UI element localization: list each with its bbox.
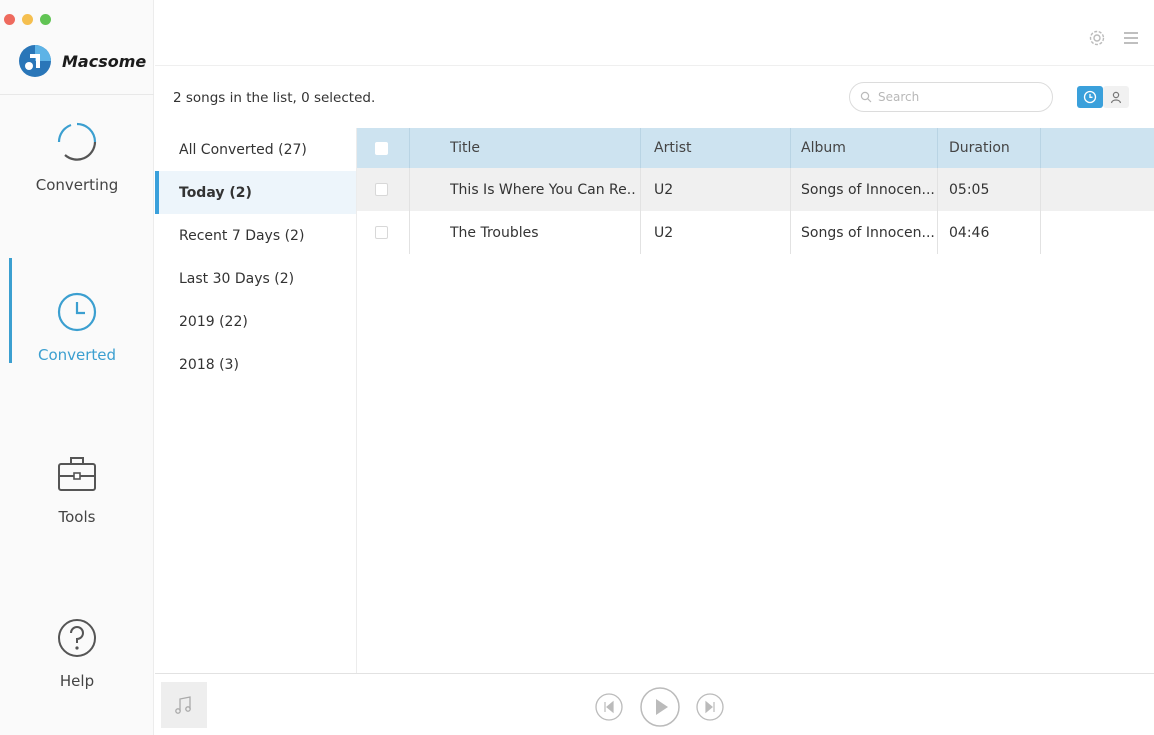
row-checkbox[interactable] (375, 211, 389, 254)
category-label: 2019 (22) (179, 313, 248, 330)
music-note-icon (175, 696, 191, 714)
nav-tools[interactable]: Tools (0, 452, 154, 572)
view-by-artist-button[interactable] (1103, 86, 1129, 108)
nav-tools-label: Tools (58, 508, 96, 526)
minimize-window-button[interactable] (22, 14, 33, 25)
song-title: The Troubles (450, 224, 539, 241)
row-checkbox[interactable] (375, 168, 389, 211)
nav-converted[interactable]: Converted (0, 258, 154, 410)
nav-converting-label: Converting (35, 176, 119, 194)
zoom-window-button[interactable] (40, 14, 51, 25)
song-album: Songs of Innocen... (801, 181, 935, 198)
view-toggle (1077, 86, 1129, 108)
column-title[interactable]: Title (450, 128, 636, 168)
column-duration[interactable]: Duration (949, 128, 1039, 168)
song-title: This Is Where You Can Re... (450, 181, 636, 198)
nav-converted-label: Converted (37, 346, 117, 364)
hamburger-menu-icon[interactable] (1121, 28, 1141, 48)
toolbox-icon (58, 457, 96, 491)
person-icon (1110, 91, 1122, 104)
song-artist: U2 (654, 181, 674, 198)
search-input[interactable] (878, 90, 1038, 104)
songs-table: Title Artist Album Duration This Is Wher… (357, 128, 1154, 254)
song-duration: 05:05 (949, 181, 990, 198)
top-toolbar (155, 0, 1154, 66)
list-status-text: 2 songs in the list, 0 selected. (173, 90, 376, 106)
question-circle-icon (58, 619, 96, 657)
category-label: All Converted (27) (179, 141, 307, 158)
nav-help[interactable]: Help (0, 616, 154, 735)
category-label: Last 30 Days (2) (179, 270, 295, 287)
column-artist[interactable]: Artist (654, 128, 784, 168)
category-last-30-days[interactable]: Last 30 Days (2) (155, 257, 356, 300)
rail-divider (0, 94, 154, 95)
table-header: Title Artist Album Duration (357, 128, 1154, 168)
brand-logo: Macsome (18, 44, 146, 78)
window-controls (4, 14, 51, 25)
next-icon[interactable] (695, 692, 725, 722)
nav-help-label: Help (59, 672, 95, 690)
view-by-time-button[interactable] (1077, 86, 1103, 108)
table-row[interactable]: This Is Where You Can Re... U2 Songs of … (357, 168, 1154, 211)
column-album[interactable]: Album (801, 128, 935, 168)
select-all-checkbox[interactable] (375, 128, 389, 168)
category-all-converted[interactable]: All Converted (27) (155, 128, 356, 171)
nav-converting[interactable]: Converting (0, 120, 154, 240)
category-list: All Converted (27) Today (2) Recent 7 Da… (155, 128, 357, 673)
table-row[interactable]: The Troubles U2 Songs of Innocen... 04:4… (357, 211, 1154, 254)
previous-icon[interactable] (594, 692, 624, 722)
song-duration: 04:46 (949, 224, 990, 241)
close-window-button[interactable] (4, 14, 15, 25)
navigation-rail: Macsome Converting Converted Tools Help (0, 0, 154, 735)
category-label: Recent 7 Days (2) (179, 227, 305, 244)
search-box[interactable] (849, 82, 1053, 112)
clock-icon (1083, 90, 1097, 104)
list-info-row: 2 songs in the list, 0 selected. (155, 66, 1154, 128)
gear-icon[interactable] (1087, 28, 1107, 48)
play-icon[interactable] (639, 686, 681, 728)
refresh-circle-icon (57, 122, 97, 161)
search-icon (860, 91, 872, 103)
now-playing-artwork[interactable] (161, 682, 207, 728)
category-label: Today (2) (179, 184, 252, 201)
macsome-logo-icon (19, 45, 51, 77)
category-today[interactable]: Today (2) (155, 171, 356, 214)
song-album: Songs of Innocen... (801, 224, 935, 241)
player-bar (155, 673, 1154, 735)
category-recent-7-days[interactable]: Recent 7 Days (2) (155, 214, 356, 257)
song-artist: U2 (654, 224, 674, 241)
brand-name: Macsome (62, 51, 147, 71)
category-2019[interactable]: 2019 (22) (155, 300, 356, 343)
clock-icon (57, 292, 97, 332)
category-2018[interactable]: 2018 (3) (155, 343, 356, 386)
category-label: 2018 (3) (179, 356, 239, 373)
